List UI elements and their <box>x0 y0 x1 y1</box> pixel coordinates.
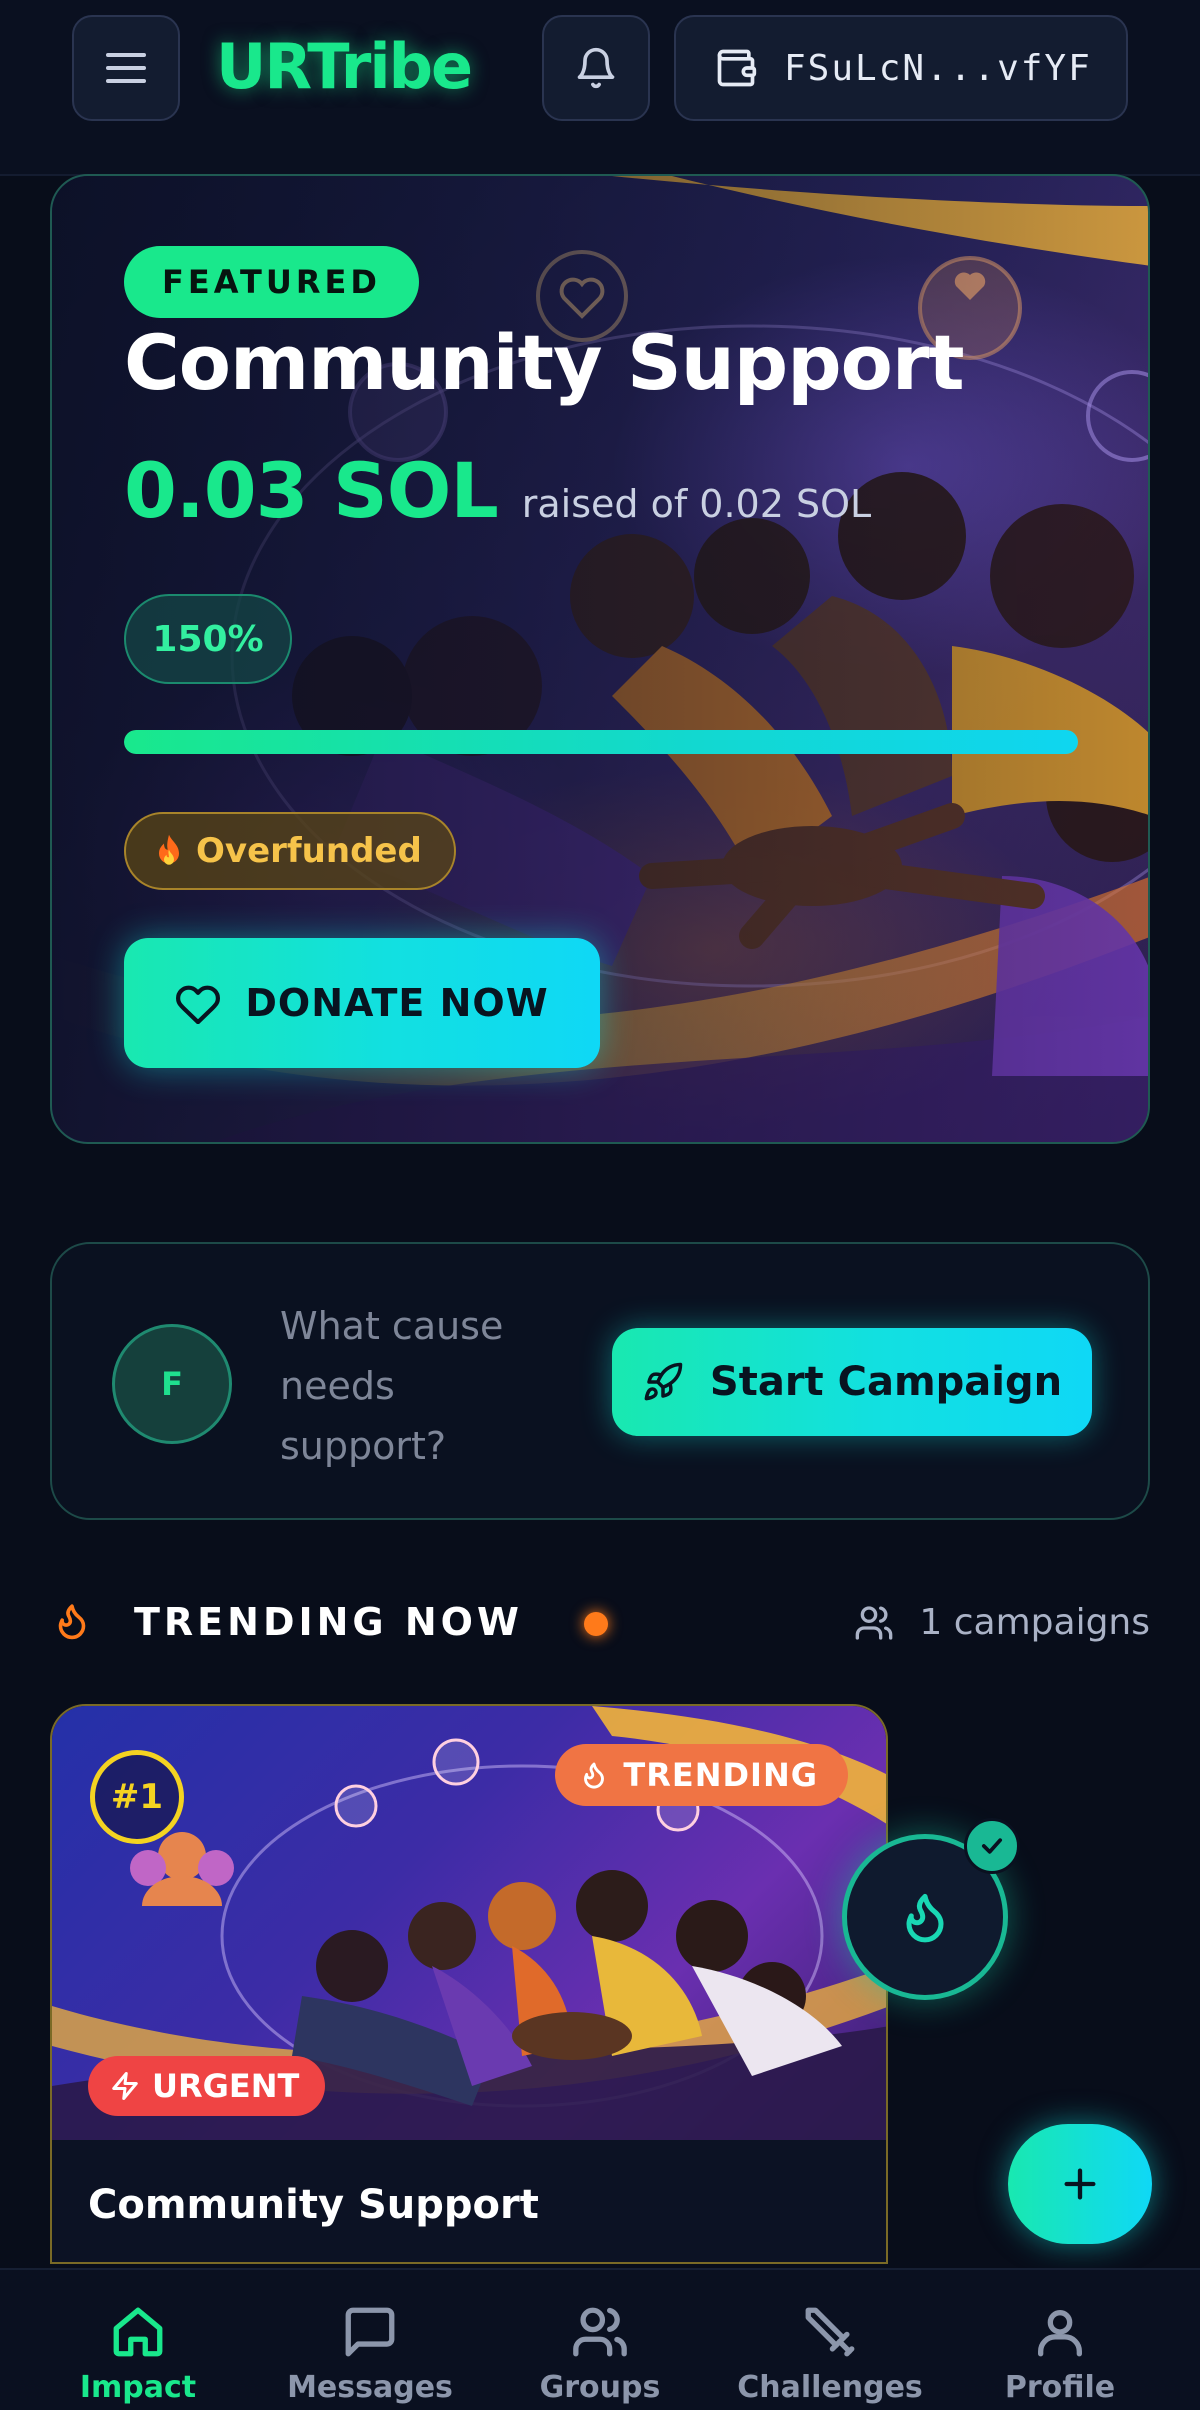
add-button[interactable] <box>1008 2124 1152 2244</box>
nav-item-groups[interactable]: Groups <box>500 2270 700 2410</box>
wallet-icon <box>717 49 757 87</box>
users-icon <box>856 1605 893 1640</box>
funding-progress-bar <box>124 730 1078 754</box>
rocket-icon <box>644 1362 683 1401</box>
wallet-button[interactable]: FSuLcN...vfYF <box>674 15 1128 121</box>
trending-campaign-card[interactable]: #1 TRENDING URGENT Community Support <box>50 1704 888 2264</box>
funding-progress-fill <box>124 730 1078 754</box>
featured-amount: 0.03 SOL raised of 0.02 SOL <box>124 446 871 535</box>
user-icon <box>1038 2310 1082 2357</box>
nav-item-profile[interactable]: Profile <box>960 2270 1160 2410</box>
trending-badge-label: TRENDING <box>623 1756 818 1794</box>
percent-badge: 150% <box>124 594 292 684</box>
notifications-button[interactable] <box>542 15 650 121</box>
start-campaign-label: Start Campaign <box>709 1359 1063 1405</box>
nav-label: Messages <box>287 2370 453 2405</box>
check-icon <box>981 1838 1003 1854</box>
app-root: URTribe FSuLcN...vfYF FEATURED Community… <box>0 0 1200 2410</box>
status-badge: Overfunded <box>124 812 456 890</box>
users-icon <box>573 2307 627 2357</box>
avatar[interactable]: F <box>112 1324 232 1444</box>
featured-campaign-card[interactable]: FEATURED Community Support 0.03 SOL rais… <box>50 174 1150 1144</box>
fire-icon <box>159 834 179 865</box>
sword-icon <box>805 2307 855 2357</box>
plus-icon <box>1064 2168 1096 2200</box>
nav-item-messages[interactable]: Messages <box>270 2270 470 2410</box>
composer-prompt[interactable]: What cause needs support? <box>280 1296 530 1476</box>
trending-badge: TRENDING <box>555 1744 848 1806</box>
urgent-badge-label: URGENT <box>152 2067 300 2105</box>
card-title: Community Support <box>88 2182 539 2228</box>
raised-amount: 0.03 SOL <box>124 446 499 535</box>
start-campaign-button[interactable]: Start Campaign <box>612 1328 1092 1436</box>
wallet-address: FSuLcN...vfYF <box>784 47 1092 89</box>
menu-button[interactable] <box>72 15 180 121</box>
goal-text: raised of 0.02 SOL <box>521 482 872 526</box>
nav-item-challenges[interactable]: Challenges <box>730 2270 930 2410</box>
urgent-badge: URGENT <box>88 2056 326 2116</box>
bell-icon <box>577 47 615 89</box>
campaign-count-label: 1 campaigns <box>919 1602 1150 1643</box>
home-icon <box>113 2307 163 2357</box>
live-indicator <box>584 1612 608 1636</box>
rank-badge: #1 <box>90 1750 184 1844</box>
campaign-count: 1 campaigns <box>853 1602 1150 1643</box>
donate-now-button[interactable]: DONATE NOW <box>124 938 600 1068</box>
nav-label: Challenges <box>737 2370 923 2405</box>
hamburger-icon <box>106 53 146 83</box>
donate-now-label: DONATE NOW <box>245 981 549 1025</box>
trending-title: TRENDING NOW <box>134 1600 523 1644</box>
bottom-navigation: Impact Messages Groups Challenges Profil… <box>0 2268 1200 2410</box>
nav-item-impact[interactable]: Impact <box>38 2270 238 2410</box>
lightning-icon <box>112 2072 138 2100</box>
featured-badge: FEATURED <box>124 246 419 318</box>
message-icon <box>345 2307 395 2357</box>
brand-logo[interactable]: URTribe <box>216 30 473 106</box>
flame-icon <box>906 1893 944 1943</box>
nav-label: Profile <box>1004 2370 1116 2405</box>
featured-title: Community Support <box>124 318 965 407</box>
flame-icon <box>58 1604 86 1640</box>
campaign-composer: F What cause needs support? Start Campai… <box>50 1242 1150 1520</box>
check-badge <box>964 1818 1020 1874</box>
nav-label: Impact <box>79 2370 197 2405</box>
top-header: URTribe FSuLcN...vfYF <box>0 0 1200 176</box>
flame-icon <box>584 1762 605 1789</box>
trending-section-header: TRENDING NOW 1 campaigns <box>50 1590 1150 1660</box>
nav-label: Groups <box>539 2370 661 2405</box>
status-label: Overfunded <box>196 831 422 871</box>
heart-icon <box>176 985 221 1024</box>
